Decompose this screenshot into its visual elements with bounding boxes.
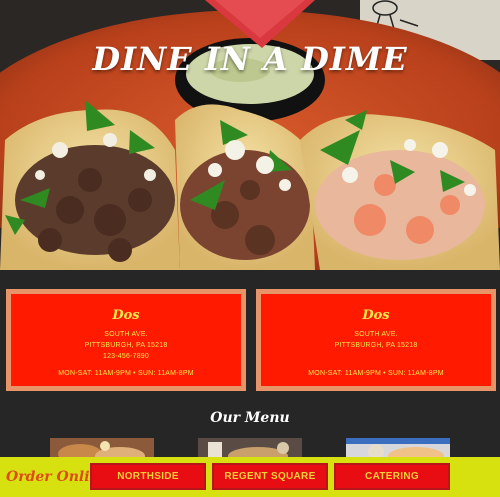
hero-banner: DINE IN A DIME: [0, 0, 500, 270]
menu-heading: Our Menu: [210, 410, 290, 426]
location-name: Dos: [112, 308, 140, 323]
order-regent-square-button[interactable]: REGENT SQUARE: [212, 463, 328, 490]
location-address: SOUTH AVE.: [354, 331, 398, 338]
order-northside-button[interactable]: NORTHSIDE: [90, 463, 206, 490]
location-address: SOUTH AVE.: [104, 331, 148, 338]
order-catering-button[interactable]: CATERING: [334, 463, 450, 490]
location-card: Dos SOUTH AVE. PITTSBURGH, PA 15218 123-…: [6, 289, 246, 391]
location-city: PITTSBURGH, PA 15218: [84, 342, 168, 349]
location-hours: MON-SAT: 11AM-9PM • SUN: 11AM-8PM: [58, 370, 194, 377]
order-online-bar: Order Online NORTHSIDE REGENT SQUARE CAT…: [0, 457, 500, 497]
location-card: Dos SOUTH AVE. PITTSBURGH, PA 15218 MON-…: [256, 289, 496, 391]
location-city: PITTSBURGH, PA 15218: [334, 342, 418, 349]
location-hours: MON-SAT: 11AM-9PM • SUN: 11AM-8PM: [308, 370, 444, 377]
site-title: DINE IN A DIME: [92, 40, 408, 78]
location-name: Dos: [362, 308, 390, 323]
location-phone[interactable]: 123-456-7890: [11, 351, 241, 362]
